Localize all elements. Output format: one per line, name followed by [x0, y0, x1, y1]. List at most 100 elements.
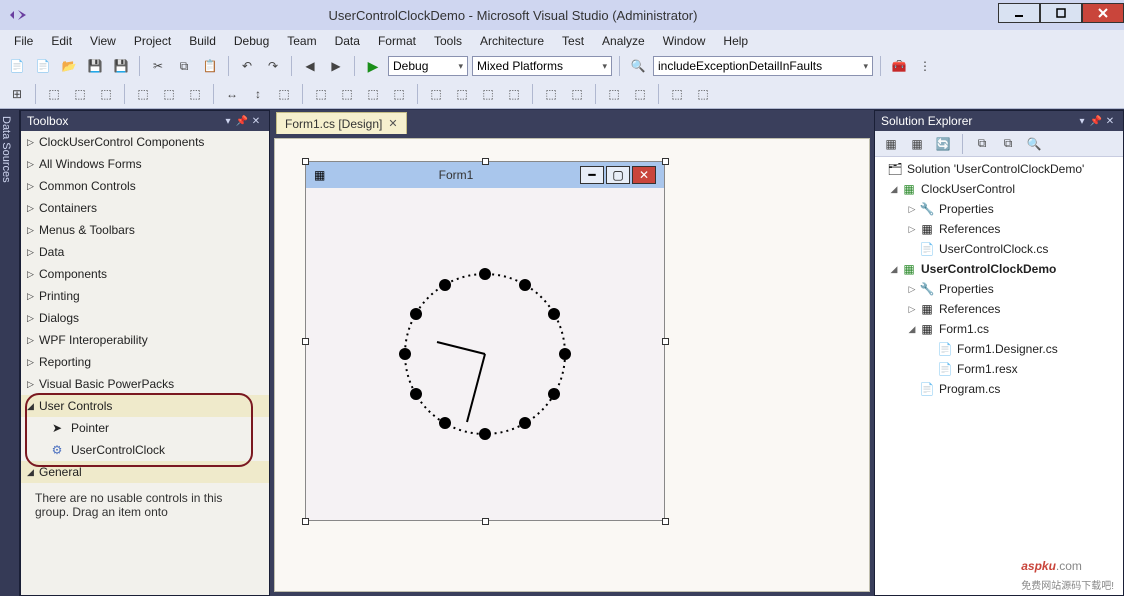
- toolbox-group[interactable]: ▷Common Controls: [21, 175, 269, 197]
- nav-fwd-button[interactable]: ▶: [325, 55, 347, 77]
- vspace-remove-button[interactable]: ⬚: [503, 83, 525, 105]
- menu-architecture[interactable]: Architecture: [472, 32, 552, 50]
- panel-pin-icon[interactable]: 📌: [1089, 116, 1103, 127]
- menu-tools[interactable]: Tools: [426, 32, 470, 50]
- cut-button[interactable]: ✂: [147, 55, 169, 77]
- resize-handle[interactable]: [662, 158, 669, 165]
- panel-dropdown-icon[interactable]: ▾: [221, 116, 235, 127]
- toolbox-group[interactable]: ▷ClockUserControl Components: [21, 131, 269, 153]
- menu-debug[interactable]: Debug: [226, 32, 277, 50]
- tree-node-project[interactable]: ◢▦UserControlClockDemo: [875, 259, 1123, 279]
- resize-handle[interactable]: [482, 518, 489, 525]
- view-class-button[interactable]: 🔍: [1024, 134, 1044, 154]
- menu-file[interactable]: File: [6, 32, 41, 50]
- resize-handle[interactable]: [482, 158, 489, 165]
- more-button[interactable]: ⋮: [914, 55, 936, 77]
- align-top-button[interactable]: ⬚: [132, 83, 154, 105]
- align-middle-button[interactable]: ⬚: [158, 83, 180, 105]
- redo-button[interactable]: ↷: [262, 55, 284, 77]
- window-minimize-button[interactable]: [998, 3, 1040, 23]
- toolbox-group[interactable]: ▷WPF Interoperability: [21, 329, 269, 351]
- vspace-dec-button[interactable]: ⬚: [477, 83, 499, 105]
- design-form[interactable]: ▦ Form1 ━ ▢ ✕: [305, 161, 665, 521]
- resize-handle[interactable]: [302, 158, 309, 165]
- toolbox-group[interactable]: ▷All Windows Forms: [21, 153, 269, 175]
- new-project-button[interactable]: 📄: [6, 55, 28, 77]
- design-form-body[interactable]: [306, 188, 664, 520]
- window-close-button[interactable]: [1082, 3, 1124, 23]
- save-button[interactable]: 💾: [84, 55, 106, 77]
- merge-button[interactable]: ⬚: [692, 83, 714, 105]
- menu-edit[interactable]: Edit: [43, 32, 80, 50]
- config-combo[interactable]: Debug: [388, 56, 468, 76]
- tree-node-form[interactable]: ◢▦Form1.cs: [875, 319, 1123, 339]
- hspace-remove-button[interactable]: ⬚: [388, 83, 410, 105]
- align-right-button[interactable]: ⬚: [95, 83, 117, 105]
- resize-handle[interactable]: [662, 338, 669, 345]
- toolbox-button[interactable]: 🧰: [888, 55, 910, 77]
- show-all-button[interactable]: ▦: [907, 134, 927, 154]
- tree-node-file[interactable]: 📄UserControlClock.cs: [875, 239, 1123, 259]
- panel-close-icon[interactable]: ✕: [249, 116, 263, 127]
- open-button[interactable]: 📂: [58, 55, 80, 77]
- form-close-button[interactable]: ✕: [632, 166, 656, 184]
- tree-node-properties[interactable]: ▷🔧Properties: [875, 279, 1123, 299]
- toolbox-group[interactable]: ▷Printing: [21, 285, 269, 307]
- form-minimize-button[interactable]: ━: [580, 166, 604, 184]
- menu-help[interactable]: Help: [715, 32, 756, 50]
- tree-node-file[interactable]: 📄Program.cs: [875, 379, 1123, 399]
- document-tab[interactable]: Form1.cs [Design] ✕: [276, 112, 407, 134]
- find-in-files-button[interactable]: 🔍: [627, 55, 649, 77]
- platform-combo[interactable]: Mixed Platforms: [472, 56, 612, 76]
- data-sources-tab[interactable]: Data Sources: [0, 110, 20, 596]
- toolbox-group[interactable]: ▷Reporting: [21, 351, 269, 373]
- window-maximize-button[interactable]: [1040, 3, 1082, 23]
- tree-node-properties[interactable]: ▷🔧Properties: [875, 199, 1123, 219]
- start-debug-button[interactable]: ▶: [362, 55, 384, 77]
- view-code-button[interactable]: ⧉: [972, 134, 992, 154]
- toolbox-item-pointer[interactable]: ➤Pointer: [21, 417, 269, 439]
- tree-node-references[interactable]: ▷▦References: [875, 299, 1123, 319]
- menu-analyze[interactable]: Analyze: [594, 32, 653, 50]
- bring-front-button[interactable]: ⬚: [603, 83, 625, 105]
- find-combo[interactable]: includeExceptionDetailInFaults: [653, 56, 873, 76]
- menu-team[interactable]: Team: [279, 32, 324, 50]
- form-maximize-button[interactable]: ▢: [606, 166, 630, 184]
- usercontrolclock-instance[interactable]: [385, 254, 585, 454]
- tree-node-file[interactable]: 📄Form1.Designer.cs: [875, 339, 1123, 359]
- align-left-button[interactable]: ⬚: [43, 83, 65, 105]
- tab-order-button[interactable]: ⬚: [666, 83, 688, 105]
- nav-back-button[interactable]: ◀: [299, 55, 321, 77]
- menu-window[interactable]: Window: [655, 32, 714, 50]
- tree-node-file[interactable]: 📄Form1.resx: [875, 359, 1123, 379]
- menu-test[interactable]: Test: [554, 32, 592, 50]
- align-center-button[interactable]: ⬚: [69, 83, 91, 105]
- toolbox-group-general[interactable]: ◢General: [21, 461, 269, 483]
- menu-format[interactable]: Format: [370, 32, 424, 50]
- menu-data[interactable]: Data: [327, 32, 368, 50]
- hspace-dec-button[interactable]: ⬚: [362, 83, 384, 105]
- vspace-equal-button[interactable]: ⬚: [425, 83, 447, 105]
- menu-build[interactable]: Build: [181, 32, 224, 50]
- form-designer[interactable]: ▦ Form1 ━ ▢ ✕: [274, 138, 870, 592]
- close-tab-icon[interactable]: ✕: [388, 117, 397, 130]
- toolbox-group[interactable]: ▷Visual Basic PowerPacks: [21, 373, 269, 395]
- view-designer-button[interactable]: ⧉: [998, 134, 1018, 154]
- tree-node-references[interactable]: ▷▦References: [875, 219, 1123, 239]
- toolbox-group[interactable]: ▷Dialogs: [21, 307, 269, 329]
- save-all-button[interactable]: 💾: [110, 55, 132, 77]
- toolbox-group-user-controls[interactable]: ◢User Controls: [21, 395, 269, 417]
- resize-handle[interactable]: [662, 518, 669, 525]
- copy-button[interactable]: ⧉: [173, 55, 195, 77]
- undo-button[interactable]: ↶: [236, 55, 258, 77]
- tree-node-project[interactable]: ◢▦ClockUserControl: [875, 179, 1123, 199]
- panel-pin-icon[interactable]: 📌: [235, 116, 249, 127]
- align-bottom-button[interactable]: ⬚: [184, 83, 206, 105]
- toolbox-item-usercontrolclock[interactable]: ⚙UserControlClock: [21, 439, 269, 461]
- toolbox-group[interactable]: ▷Components: [21, 263, 269, 285]
- toolbox-group[interactable]: ▷Containers: [21, 197, 269, 219]
- panel-close-icon[interactable]: ✕: [1103, 116, 1117, 127]
- add-item-button[interactable]: 📄: [32, 55, 54, 77]
- align-grid-button[interactable]: ⊞: [6, 83, 28, 105]
- vspace-inc-button[interactable]: ⬚: [451, 83, 473, 105]
